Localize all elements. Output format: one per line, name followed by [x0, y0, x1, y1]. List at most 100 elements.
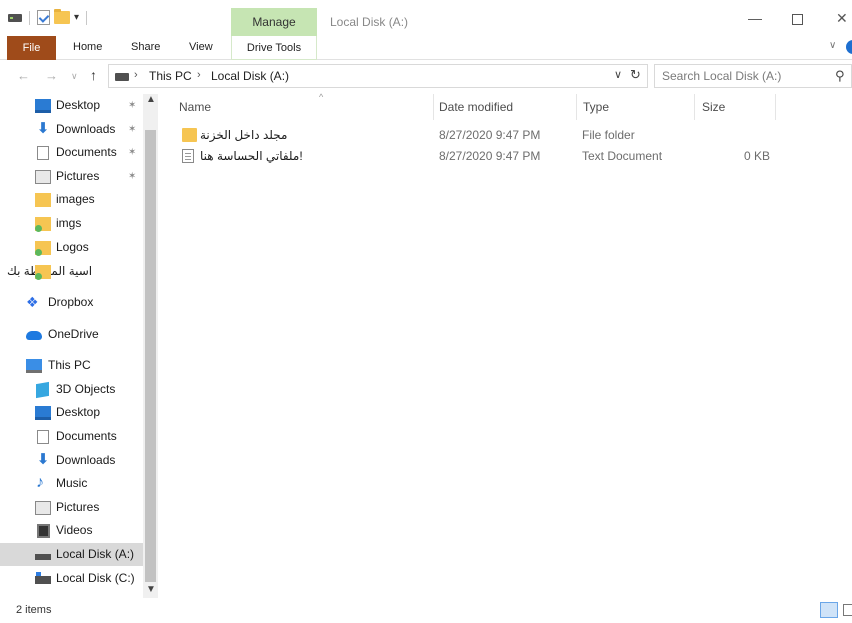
document-icon	[37, 430, 49, 444]
forward-arrow-icon[interactable]: →	[45, 68, 58, 83]
navigation-pane: Desktop ✶ ⬇ Downloads ✶ Documents ✶ Pict…	[0, 94, 158, 598]
pin-icon[interactable]: ✶	[128, 171, 136, 182]
download-icon: ⬇	[36, 120, 50, 137]
refresh-icon[interactable]: ↻	[630, 67, 641, 83]
scroll-down-icon[interactable]: ▼	[146, 584, 156, 595]
pin-icon[interactable]: ✶	[128, 124, 136, 135]
folder-icon	[35, 265, 51, 280]
scroll-thumb[interactable]	[145, 130, 156, 582]
column-header-type[interactable]: Type	[583, 94, 683, 120]
sidebar-item-this-pc[interactable]: This PC	[0, 354, 143, 377]
sidebar-item-arabic-folder[interactable]: اسية المحيطة بك	[0, 260, 143, 283]
sidebar-item-label: 3D Objects	[56, 382, 116, 396]
breadcrumb-local-disk-a[interactable]: Local Disk (A:)	[211, 69, 289, 83]
column-divider[interactable]	[576, 94, 577, 120]
chevron-right-icon[interactable]: ›	[197, 69, 201, 81]
sidebar-item-pictures[interactable]: Pictures ✶	[0, 165, 143, 188]
sidebar-item-desktop[interactable]: Desktop ✶	[0, 94, 143, 117]
sidebar-item-downloads[interactable]: ⬇ Downloads ✶	[0, 118, 143, 141]
customize-dropdown-icon[interactable]: ▾	[74, 12, 79, 23]
folder-icon	[35, 241, 51, 256]
sidebar-item-label: images	[56, 192, 95, 206]
sidebar-item-downloads-pc[interactable]: ⬇ Downloads	[0, 449, 143, 472]
tab-drive-tools[interactable]: Drive Tools	[231, 36, 317, 60]
close-button[interactable]: ✕	[836, 10, 848, 27]
sidebar-item-label: Local Disk (A:)	[56, 547, 135, 561]
document-icon	[37, 146, 49, 160]
file-size: 0 KB	[744, 149, 771, 163]
chevron-right-icon[interactable]: ›	[134, 69, 138, 81]
expand-ribbon-icon[interactable]: ∨	[829, 40, 836, 51]
tab-file[interactable]: File	[7, 36, 56, 60]
tab-view[interactable]: View	[189, 41, 213, 53]
column-label: Date modified	[439, 100, 514, 114]
sidebar-item-documents[interactable]: Documents ✶	[0, 141, 143, 164]
column-divider[interactable]	[694, 94, 695, 120]
sidebar-item-images[interactable]: images	[0, 188, 143, 211]
pin-icon[interactable]: ✶	[128, 147, 136, 158]
new-folder-icon[interactable]	[54, 9, 70, 24]
computer-icon	[26, 359, 42, 373]
sidebar-item-label: Pictures	[56, 500, 100, 514]
sidebar-item-documents-pc[interactable]: Documents	[0, 425, 143, 448]
column-header-size[interactable]: Size	[702, 94, 762, 120]
divider	[29, 10, 30, 25]
tab-share[interactable]: Share	[131, 41, 160, 53]
manage-tab[interactable]: Manage	[231, 8, 317, 36]
column-divider[interactable]	[775, 94, 776, 120]
column-header-date[interactable]: Date modified	[439, 94, 569, 120]
sidebar-item-3d-objects[interactable]: 3D Objects	[0, 378, 143, 401]
sidebar-item-label: Desktop	[56, 98, 101, 112]
table-row[interactable]: !ملفاتي الحساسة هنا 8/27/2020 9:47 PM Te…	[174, 146, 834, 167]
sidebar-item-label: Videos	[56, 523, 93, 537]
search-input[interactable]: Search Local Disk (A:) ⚲	[654, 64, 852, 88]
sidebar-item-label: This PC	[48, 358, 91, 372]
sidebar-item-imgs[interactable]: imgs	[0, 212, 143, 235]
scroll-up-icon[interactable]: ▲	[146, 94, 156, 105]
status-bar: 2 items	[0, 599, 852, 623]
up-arrow-icon[interactable]: ↑	[90, 67, 97, 83]
large-icons-view-icon[interactable]	[843, 604, 852, 616]
breadcrumb-this-pc[interactable]: This PC	[149, 69, 192, 83]
column-label: Type	[583, 100, 610, 114]
sidebar-item-label: Music	[56, 476, 88, 490]
sidebar-item-label: Dropbox	[48, 295, 94, 309]
properties-icon[interactable]	[37, 10, 50, 25]
sidebar-item-local-disk-c[interactable]: Local Disk (C:)	[0, 567, 143, 590]
window-title: Local Disk (A:)	[330, 15, 409, 29]
title-bar: ▾ Manage Local Disk (A:) — ✕	[0, 0, 852, 36]
quick-access-toolbar: ▾	[8, 9, 90, 25]
minimize-button[interactable]: —	[748, 10, 762, 26]
sidebar-item-dropbox[interactable]: ❖ Dropbox	[0, 291, 143, 314]
back-arrow-icon[interactable]: ←	[17, 68, 30, 83]
drive-icon	[35, 554, 51, 560]
sidebar-item-music[interactable]: ♪ Music	[0, 472, 143, 495]
sidebar-item-pictures-pc[interactable]: Pictures	[0, 496, 143, 519]
column-header-name[interactable]: Name ^	[179, 92, 435, 120]
file-date: 8/27/2020 9:47 PM	[439, 149, 541, 163]
desktop-icon	[35, 99, 51, 113]
column-divider[interactable]	[433, 94, 434, 120]
sidebar-item-label: Local Disk (C:)	[56, 571, 135, 585]
sidebar-item-logos[interactable]: Logos	[0, 236, 143, 259]
details-view-icon[interactable]	[820, 602, 838, 618]
address-bar[interactable]: › This PC › Local Disk (A:) ∨ ↻	[108, 64, 648, 88]
sidebar-item-videos[interactable]: Videos	[0, 519, 143, 542]
column-label: Name	[179, 100, 212, 114]
recent-locations-icon[interactable]: ∨	[71, 71, 78, 82]
tab-home[interactable]: Home	[73, 41, 102, 53]
text-document-icon	[182, 149, 194, 163]
maximize-button[interactable]	[792, 14, 803, 25]
videos-icon	[37, 524, 50, 538]
help-icon[interactable]	[846, 40, 852, 54]
sidebar-scrollbar[interactable]: ▲ ▼	[143, 94, 158, 598]
drive-icon[interactable]	[8, 13, 22, 22]
sidebar-item-onedrive[interactable]: OneDrive	[0, 323, 143, 346]
search-icon[interactable]: ⚲	[835, 68, 845, 84]
table-row[interactable]: مجلد داخل الخزنة 8/27/2020 9:47 PM File …	[174, 125, 834, 146]
sidebar-item-desktop-pc[interactable]: Desktop	[0, 401, 143, 424]
address-dropdown-icon[interactable]: ∨	[614, 68, 622, 81]
sidebar-item-local-disk-a[interactable]: Local Disk (A:)	[0, 543, 143, 566]
folder-icon	[35, 193, 51, 207]
pin-icon[interactable]: ✶	[128, 100, 136, 111]
